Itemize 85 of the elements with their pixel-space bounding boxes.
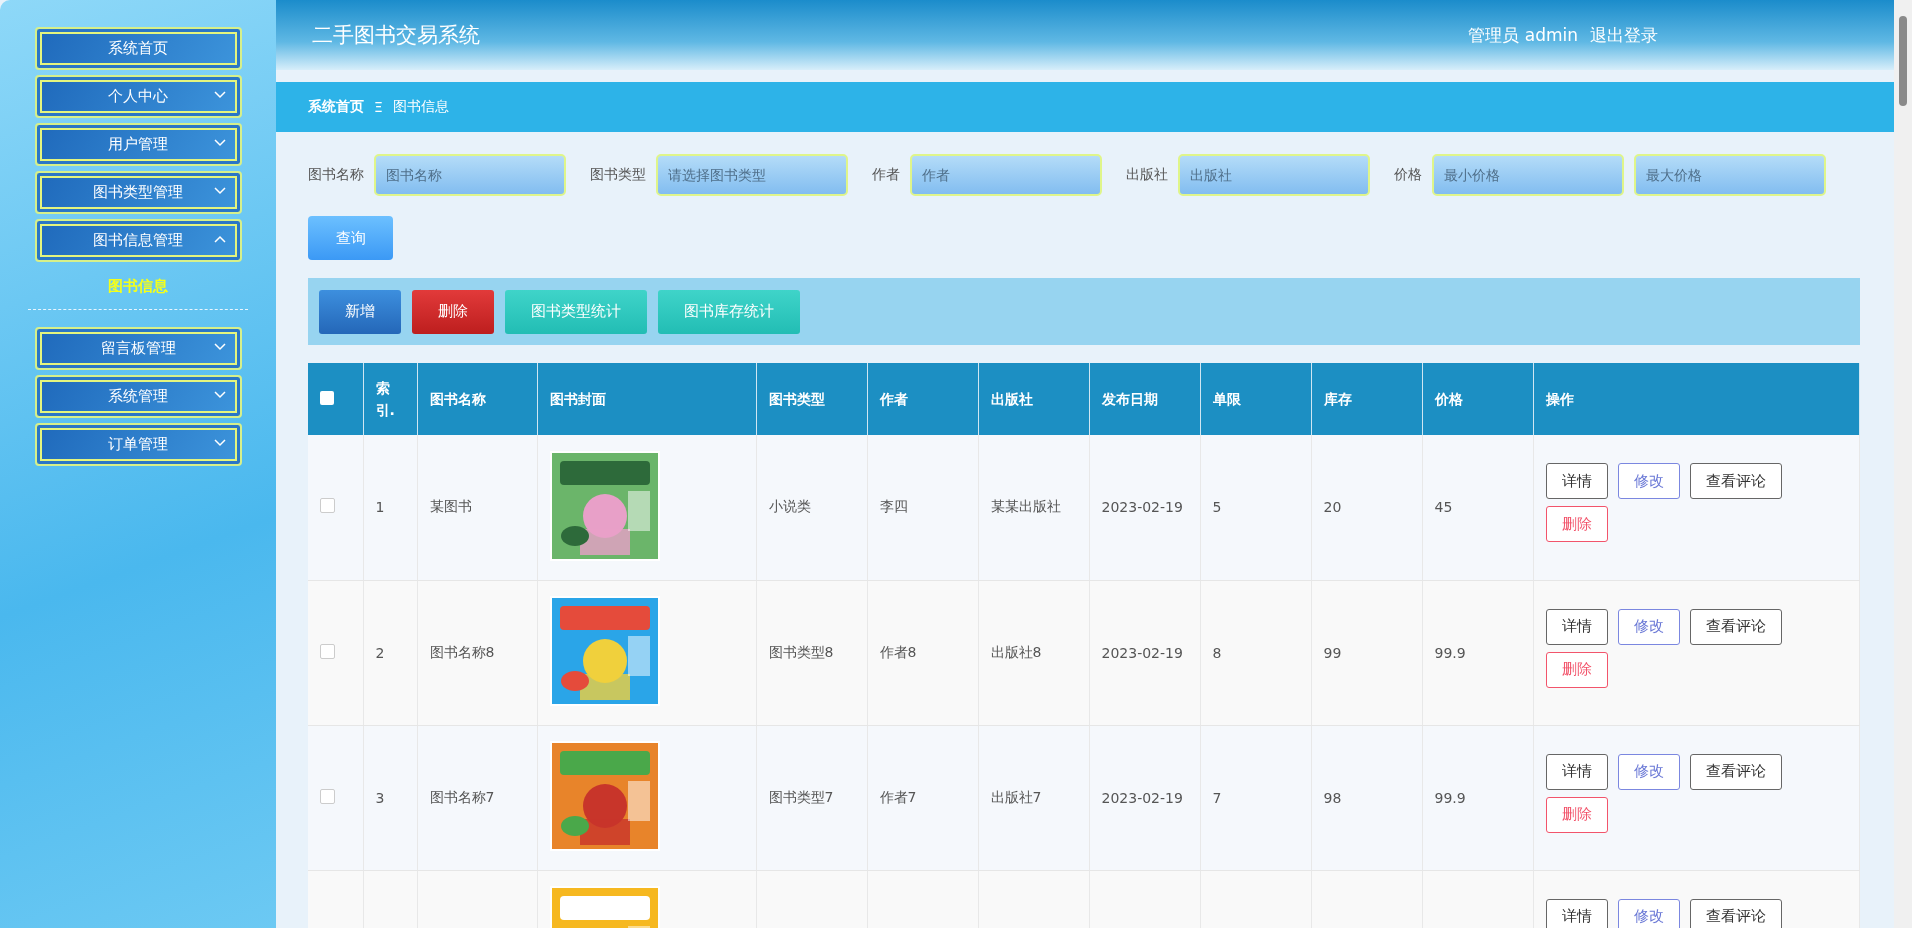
row-action-button[interactable]: 详情	[1545, 898, 1608, 928]
table-cell: 8	[1212, 644, 1222, 661]
table-cell: 图书名称8	[429, 643, 495, 660]
field-label: 图书名称	[308, 166, 364, 184]
table-cell: 20	[1323, 499, 1342, 516]
column-header: 单限	[1212, 389, 1241, 409]
table-cell: 出版社7	[990, 788, 1042, 805]
column-header: 图书封面	[549, 389, 606, 409]
input-field[interactable]: 图书名称	[374, 154, 566, 196]
column-header: 作者	[879, 389, 908, 409]
edit-button[interactable]: 修改	[1617, 463, 1680, 499]
sidebar-item[interactable]: 订单管理	[34, 423, 242, 466]
column-header: 库存	[1323, 389, 1352, 409]
row-action-button[interactable]: 查看评论	[1689, 608, 1782, 645]
sidebar-item[interactable]: 个人中心	[34, 75, 242, 118]
edit-button[interactable]: 修改	[1617, 898, 1680, 928]
delete-button[interactable]: 删除	[1545, 506, 1608, 542]
column-header: 操作	[1545, 389, 1574, 409]
input-field[interactable]: 最大价格	[1634, 154, 1826, 196]
breadcrumb-current: 图书信息	[392, 98, 449, 116]
column-header: 图书类型	[768, 389, 825, 409]
table-cell: 1	[375, 499, 385, 516]
logout-link[interactable]: 退出登录	[1590, 23, 1658, 47]
row-action-button[interactable]: 查看评论	[1689, 753, 1782, 790]
sidebar-item[interactable]: 用户管理	[34, 123, 242, 166]
table-cell: 图书名称7	[429, 788, 495, 805]
sidebar-item[interactable]: 系统管理	[34, 375, 242, 418]
sidebar-item[interactable]: 系统首页	[34, 27, 242, 70]
table-cell: 7	[1212, 789, 1222, 806]
row-checkbox[interactable]	[320, 498, 335, 514]
table-cell: 5	[1212, 499, 1222, 516]
table-cell: 45	[1434, 499, 1453, 516]
scrollbar-thumb[interactable]	[1899, 16, 1907, 106]
input-field[interactable]: 请选择图书类型	[656, 154, 848, 196]
breadcrumb-separator: Ξ	[374, 99, 383, 115]
table-cell: 99.9	[1434, 644, 1466, 661]
breadcrumb-link[interactable]: 系统首页	[308, 98, 364, 116]
row-checkbox[interactable]	[320, 643, 335, 659]
search-button[interactable]: 查询	[308, 216, 393, 260]
row-action-button[interactable]: 查看评论	[1689, 463, 1782, 499]
row-checkbox[interactable]	[320, 788, 335, 804]
table-cell: 图书类型8	[768, 643, 834, 660]
table-cell: 2	[375, 644, 385, 661]
table-cell: 98	[1323, 789, 1342, 806]
sidebar-item[interactable]: 图书类型管理	[34, 171, 242, 214]
field-label: 作者	[872, 166, 900, 184]
delete-button[interactable]: 删除	[1545, 796, 1608, 833]
edit-button[interactable]: 修改	[1617, 753, 1680, 790]
table-cell: 99	[1323, 644, 1342, 661]
add-button[interactable]: 新增	[319, 289, 401, 334]
table-cell: 99.9	[1434, 789, 1466, 806]
column-header: 价格	[1434, 389, 1463, 409]
delete-button[interactable]: 删除	[1545, 651, 1608, 688]
table-cell: 3	[375, 789, 385, 806]
sidebar-item[interactable]: 图书信息管理	[34, 219, 242, 262]
table-cell: 作者8	[879, 643, 917, 660]
table-cell: 2023-02-19	[1101, 499, 1183, 516]
row-action-button[interactable]: 详情	[1545, 463, 1608, 499]
table-cell: 小说类	[768, 498, 811, 515]
input-field[interactable]: 作者	[910, 154, 1102, 196]
field-label: 图书类型	[590, 166, 646, 184]
column-header: 图书名称	[429, 389, 486, 409]
table-cell: 某图书	[429, 498, 472, 515]
app-title: 二手图书交易系统	[312, 22, 481, 49]
table-cell: 李四	[879, 498, 908, 515]
row-action-button[interactable]: 查看评论	[1689, 898, 1782, 928]
user-label: 管理员 admin	[1468, 23, 1578, 47]
field-label: 出版社	[1126, 166, 1168, 184]
column-header: 发布日期	[1101, 389, 1158, 409]
input-field[interactable]: 出版社	[1178, 154, 1370, 196]
table-cell: 某某出版社	[990, 498, 1061, 515]
table-cell: 作者7	[879, 788, 917, 805]
table-cell: 2023-02-19	[1101, 644, 1183, 661]
edit-button[interactable]: 修改	[1617, 608, 1680, 645]
sidebar-item[interactable]: 留言板管理	[34, 327, 242, 370]
select-all-checkbox[interactable]	[320, 390, 334, 405]
row-action-button[interactable]: 详情	[1545, 753, 1608, 790]
row-action-button[interactable]: 详情	[1545, 608, 1608, 645]
field-label: 价格	[1394, 166, 1422, 184]
table-cell: 图书类型7	[768, 788, 834, 805]
table-cell: 出版社8	[990, 643, 1042, 660]
column-header: 出版社	[990, 389, 1033, 409]
table-cell: 2023-02-19	[1101, 789, 1183, 806]
input-field[interactable]: 最小价格	[1432, 154, 1624, 196]
delete-button[interactable]: 删除	[412, 289, 494, 334]
